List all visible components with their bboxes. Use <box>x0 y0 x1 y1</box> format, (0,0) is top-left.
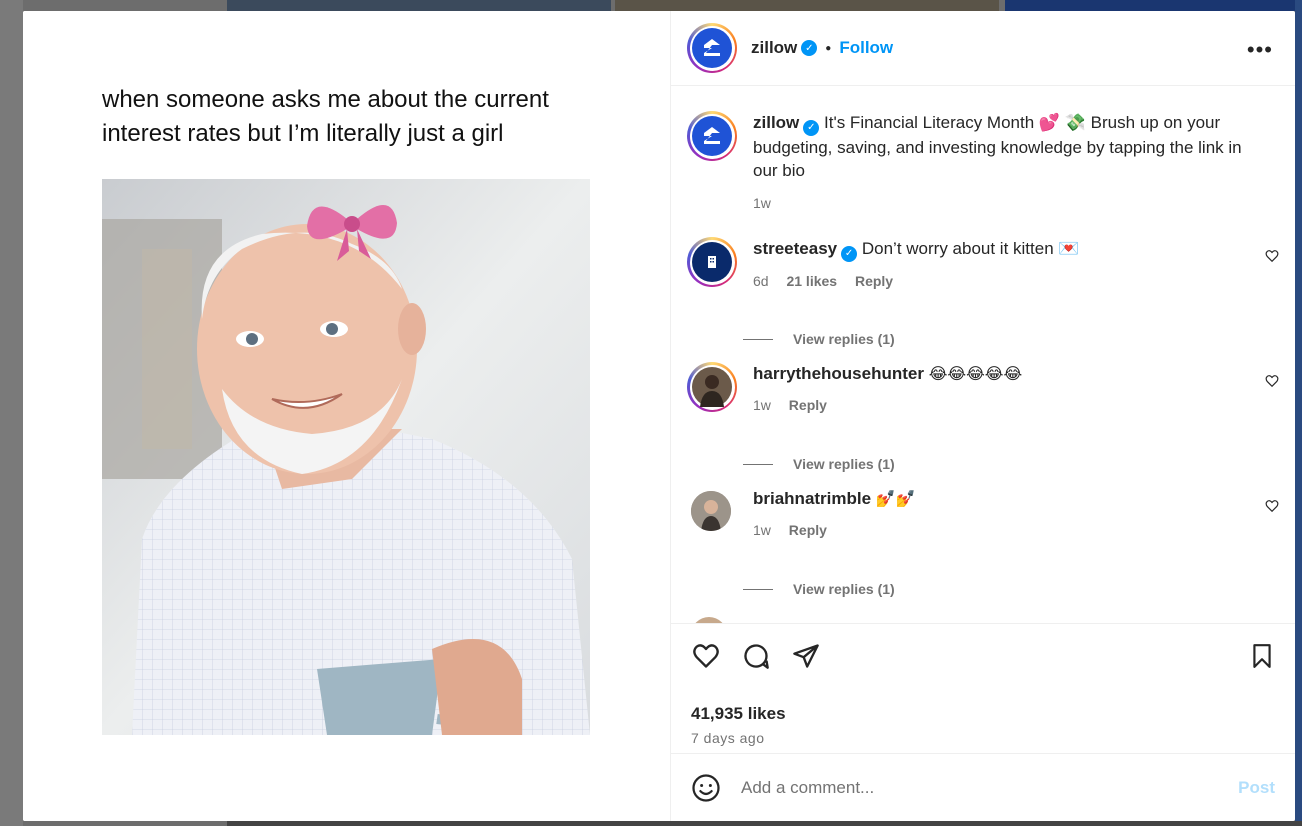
comment-bubble-icon[interactable] <box>741 642 771 670</box>
author-username[interactable]: zillow <box>751 38 797 58</box>
verified-badge-icon: ✓ <box>801 40 818 56</box>
comment-avatar[interactable] <box>687 362 737 412</box>
save-bookmark-icon[interactable] <box>1249 642 1275 670</box>
reply-button[interactable]: Reply <box>855 273 893 289</box>
post-sidebar: zillow ✓ ● Follow ••• zillow ✓ It's Finan… <box>671 11 1295 821</box>
comment-time: 1w <box>753 522 771 538</box>
view-replies-button[interactable]: View replies (1) <box>743 581 895 597</box>
meme-photo <box>102 179 590 735</box>
backdrop-top-3 <box>1005 0 1302 11</box>
comment-time: 6d <box>753 272 769 289</box>
view-replies-button[interactable]: View replies (1) <box>743 331 895 347</box>
zillow-logo-icon <box>692 28 732 68</box>
comment-username[interactable]: briahnatrimble <box>753 489 871 508</box>
like-comment-heart-icon[interactable] <box>1265 374 1279 388</box>
comment-text: 😂😂😂😂😂 <box>928 366 1023 383</box>
comment-username[interactable]: streeteasy <box>753 239 837 258</box>
follow-button[interactable]: Follow <box>839 38 893 58</box>
post-modal: when someone asks me about the current i… <box>23 11 1295 821</box>
comment-time: 1w <box>753 397 771 413</box>
meme-illustration <box>102 179 590 735</box>
comment-username[interactable]: harrythehousehunter <box>753 364 924 383</box>
more-options-icon[interactable]: ••• <box>1247 37 1273 63</box>
comment-text: 💅💅 <box>875 491 916 508</box>
post-timestamp: 7 days ago <box>691 730 765 746</box>
likes-count[interactable]: 41,935 likes <box>691 704 786 724</box>
meme-caption-text: when someone asks me about the current i… <box>102 86 549 147</box>
backdrop-right <box>1295 0 1302 826</box>
zillow-logo-icon <box>692 116 732 156</box>
comment-likes[interactable]: 21 likes <box>786 273 837 289</box>
caption-text: It's Financial Literacy Month 💕 💸 Brush … <box>753 113 1242 180</box>
reply-button[interactable]: Reply <box>789 522 827 538</box>
replies-divider <box>743 588 773 590</box>
caption-time: 1w <box>753 194 771 211</box>
backdrop-top <box>227 0 611 11</box>
post-comment-button[interactable]: Post <box>1238 778 1275 798</box>
reply-button[interactable]: Reply <box>789 397 827 413</box>
view-replies-label: View replies (1) <box>793 331 895 347</box>
comment-avatar[interactable] <box>691 491 731 531</box>
backdrop-bottom <box>227 821 1302 826</box>
comment-composer: Post <box>671 753 1295 821</box>
post-media: when someone asks me about the current i… <box>23 11 671 821</box>
emoji-picker-icon[interactable] <box>691 773 721 803</box>
backdrop-top-2 <box>615 0 999 11</box>
user-photo-icon <box>691 491 731 531</box>
like-comment-heart-icon[interactable] <box>1265 249 1279 263</box>
streeteasy-logo-icon <box>692 242 732 282</box>
caption-username[interactable]: zillow <box>753 113 799 132</box>
comment-text: Don’t worry about it kitten 💌 <box>861 239 1080 258</box>
comment-avatar[interactable] <box>687 237 737 287</box>
user-photo-icon <box>692 367 732 407</box>
add-comment-input[interactable] <box>739 776 1239 799</box>
share-send-icon[interactable] <box>791 642 821 670</box>
post-actions: 41,935 likes 7 days ago <box>671 623 1295 754</box>
like-heart-icon[interactable] <box>691 642 721 670</box>
comments-list: zillow ✓ It's Financial Literacy Month 💕 … <box>671 87 1295 623</box>
post-header: zillow ✓ ● Follow ••• <box>671 11 1295 86</box>
view-replies-button[interactable]: View replies (1) <box>743 456 895 472</box>
caption-avatar[interactable] <box>687 111 737 161</box>
replies-divider <box>743 338 773 340</box>
author-avatar[interactable] <box>687 23 737 73</box>
view-replies-label: View replies (1) <box>793 581 895 597</box>
separator-dot: ● <box>825 42 832 54</box>
replies-divider <box>743 463 773 465</box>
view-replies-label: View replies (1) <box>793 456 895 472</box>
verified-badge-icon: ✓ <box>803 119 820 136</box>
backdrop-left <box>0 0 23 826</box>
like-comment-heart-icon[interactable] <box>1265 499 1279 513</box>
verified-badge-icon: ✓ <box>841 245 858 262</box>
